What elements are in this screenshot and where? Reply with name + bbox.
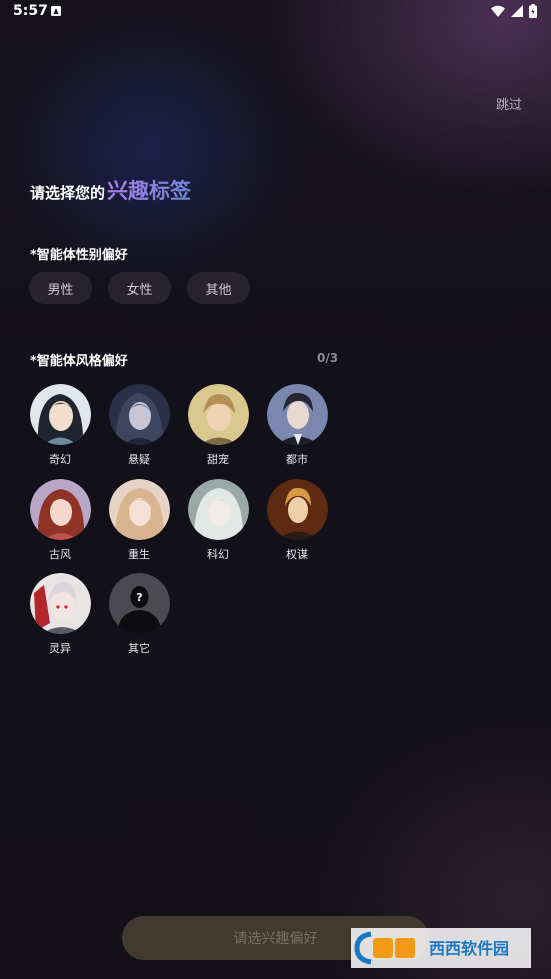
battery-icon bbox=[529, 4, 537, 18]
style-label: 科幻 bbox=[207, 548, 229, 561]
style-item-intrigue[interactable]: 权谋 bbox=[266, 479, 328, 562]
skip-button[interactable]: 跳过 bbox=[496, 94, 522, 113]
style-label: 权谋 bbox=[286, 548, 308, 561]
style-item-urban[interactable]: 都市 bbox=[266, 384, 328, 467]
style-item-mystery[interactable]: 悬疑 bbox=[108, 384, 170, 467]
style-label: 灵异 bbox=[49, 642, 71, 655]
status-bar: 5:57 bbox=[0, 0, 551, 24]
gender-section-title: *智能体性别偏好 bbox=[30, 248, 128, 263]
gender-option-other[interactable]: 其他 bbox=[187, 272, 250, 304]
gender-option-male[interactable]: 男性 bbox=[29, 272, 92, 304]
fantasy-avatar bbox=[29, 384, 91, 445]
urban-avatar bbox=[266, 384, 328, 445]
status-icons bbox=[491, 4, 537, 18]
site-watermark-logo: 西西软件园 bbox=[351, 928, 531, 968]
notification-icon bbox=[51, 6, 61, 16]
status-time: 5:57 bbox=[13, 3, 48, 19]
title-lead: 请选择您的 bbox=[30, 184, 106, 202]
rebirth-avatar bbox=[108, 479, 170, 540]
signal-icon bbox=[511, 5, 523, 17]
unknown-person-icon: ? bbox=[108, 573, 170, 634]
style-label: 奇幻 bbox=[49, 453, 71, 466]
gender-option-female[interactable]: 女性 bbox=[108, 272, 171, 304]
style-label: 甜宠 bbox=[207, 453, 229, 466]
selection-counter: 0/3 bbox=[317, 351, 339, 365]
watermark-text: 西西软件园 bbox=[429, 939, 509, 958]
mystery-avatar bbox=[108, 384, 170, 445]
sweet-avatar bbox=[187, 384, 249, 445]
style-item-fantasy[interactable]: 奇幻 bbox=[29, 384, 91, 467]
wifi-icon bbox=[491, 5, 505, 17]
style-label: 悬疑 bbox=[128, 453, 150, 466]
style-item-sweet[interactable]: 甜宠 bbox=[187, 384, 249, 467]
style-item-supernatural[interactable]: 灵异 bbox=[29, 573, 91, 656]
style-label: 重生 bbox=[128, 548, 150, 561]
svg-text:?: ? bbox=[136, 591, 142, 604]
supernatural-avatar bbox=[29, 573, 91, 634]
page-title: 请选择您的兴趣标签 bbox=[30, 175, 191, 205]
ancient-avatar bbox=[29, 479, 91, 540]
style-item-rebirth[interactable]: 重生 bbox=[108, 479, 170, 562]
title-highlight: 兴趣标签 bbox=[107, 179, 192, 203]
gender-options: 男性 女性 其他 bbox=[29, 272, 250, 304]
style-label: 其它 bbox=[128, 642, 150, 655]
style-label: 都市 bbox=[286, 453, 308, 466]
intrigue-avatar bbox=[266, 479, 328, 540]
style-item-scifi[interactable]: 科幻 bbox=[187, 479, 249, 562]
style-label: 古风 bbox=[49, 548, 71, 561]
scifi-avatar bbox=[187, 479, 249, 540]
style-section-title: *智能体风格偏好 bbox=[30, 354, 128, 369]
style-item-ancient[interactable]: 古风 bbox=[29, 479, 91, 562]
style-item-other[interactable]: ? 其它 bbox=[108, 573, 170, 656]
